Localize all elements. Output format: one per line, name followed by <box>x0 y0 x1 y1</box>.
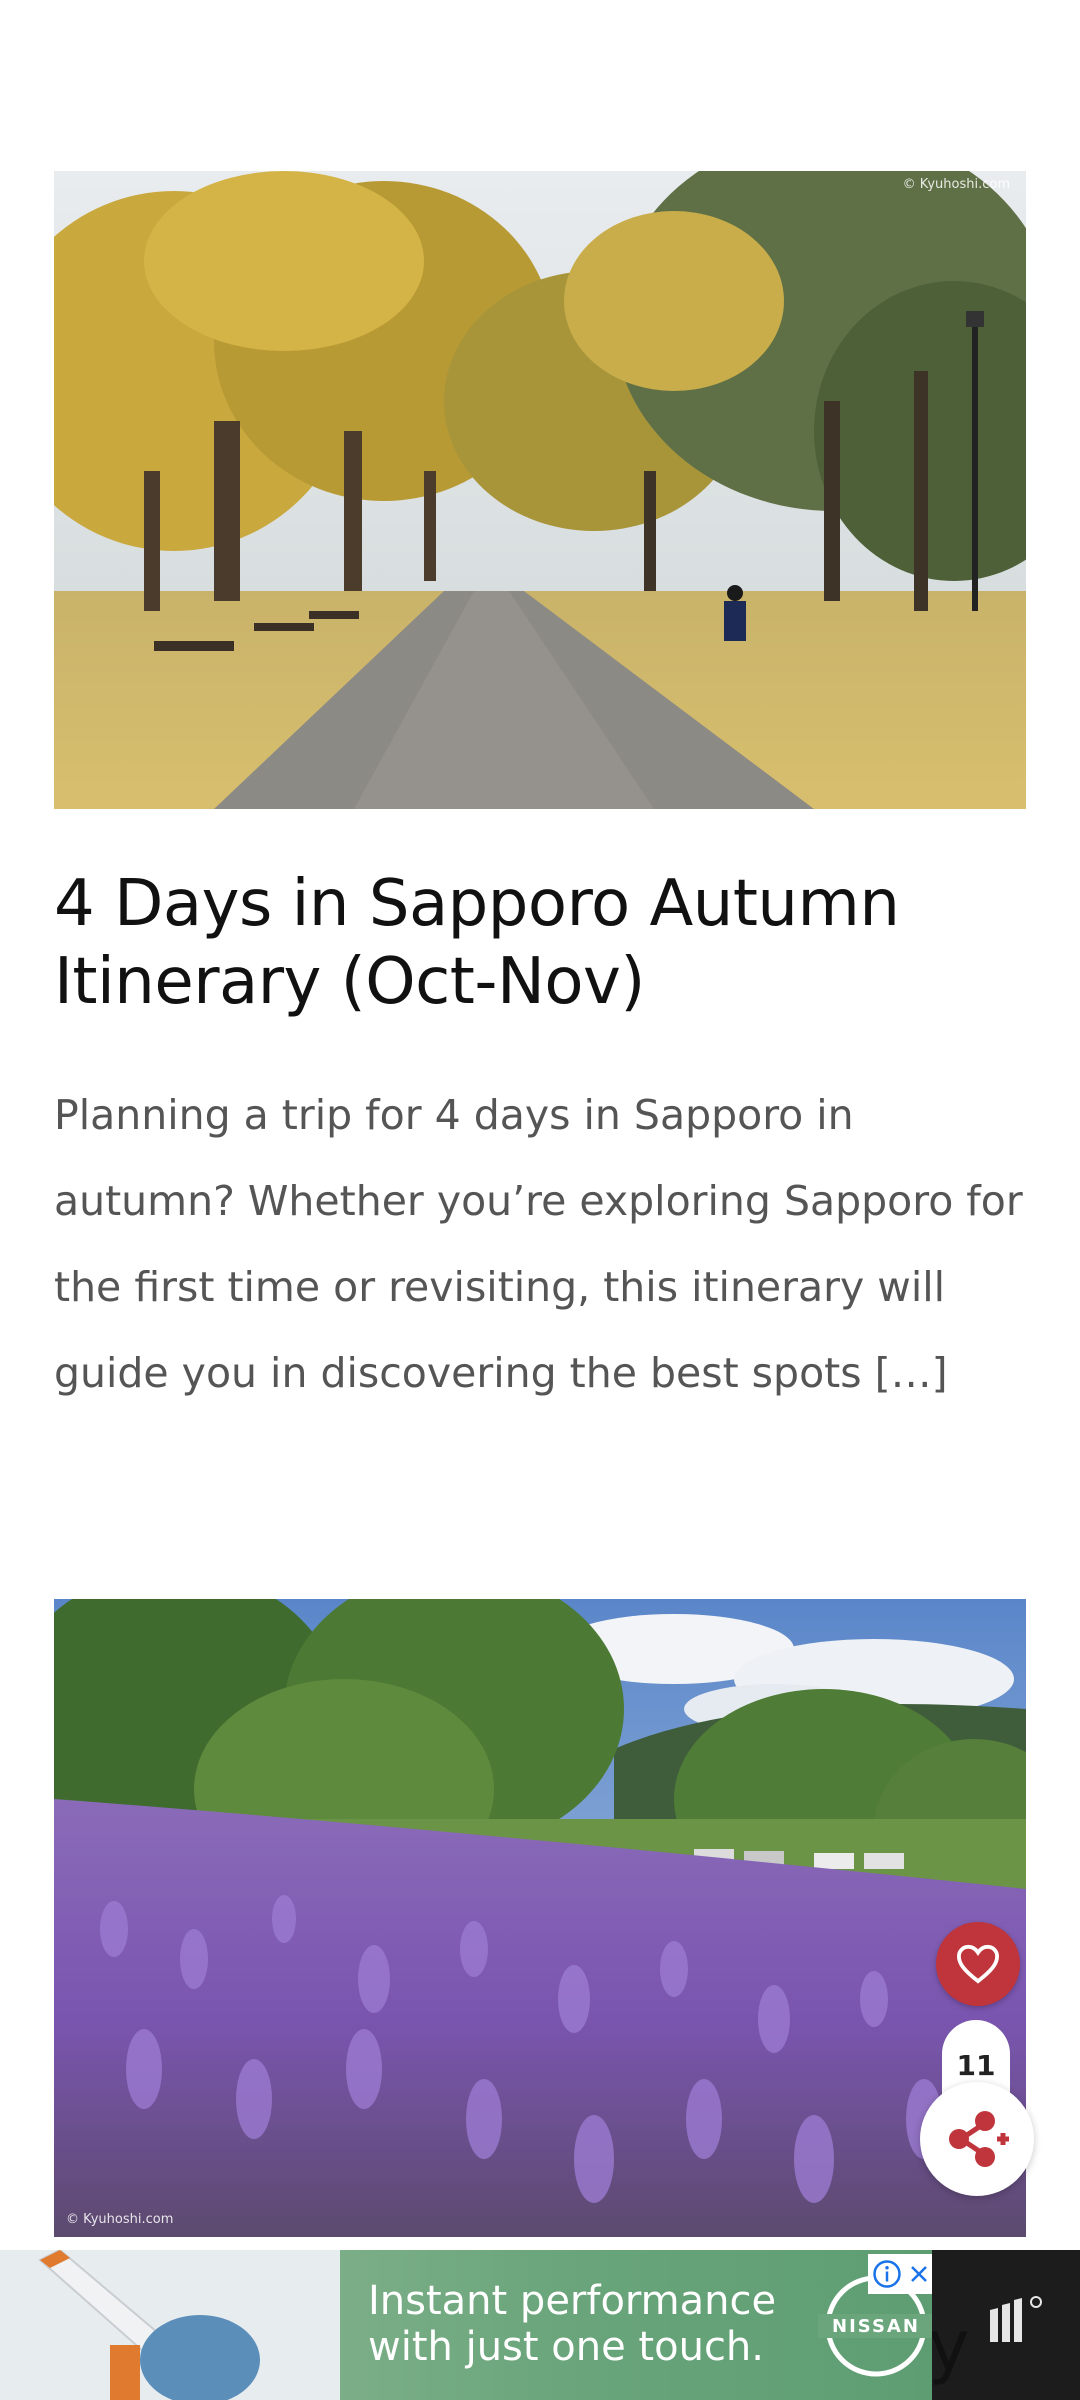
close-icon[interactable] <box>909 2264 929 2284</box>
publisher-logo-icon: y <box>928 2296 1042 2387</box>
autumn-park-illustration <box>54 171 1026 809</box>
ad-product-illustration <box>0 2250 340 2400</box>
post-image-lavender-field[interactable]: © Kyuhoshi.com <box>54 1599 1026 2237</box>
svg-text:y: y <box>932 2305 969 2387</box>
image-watermark: © Kyuhoshi.com <box>66 2212 174 2227</box>
lavender-field-illustration <box>54 1599 1026 2237</box>
ad-banner[interactable]: Instant performance with just one touch.… <box>0 2250 1080 2400</box>
ad-choices[interactable] <box>868 2254 932 2294</box>
image-watermark: © Kyuhoshi.com <box>902 177 1010 192</box>
share-button[interactable] <box>920 2082 1034 2196</box>
page: © Kyuhoshi.com 4 Days in Sapporo Autumn … <box>0 0 1080 2400</box>
post-image-autumn-park[interactable]: © Kyuhoshi.com <box>54 171 1026 809</box>
ad-creative[interactable]: Instant performance with just one touch.… <box>0 2250 932 2400</box>
info-icon[interactable] <box>872 2259 902 2289</box>
post-title[interactable]: 4 Days in Sapporo Autumn Itinerary (Oct-… <box>54 865 1026 1021</box>
ad-side-panel: y <box>928 2250 1080 2400</box>
ad-headline: Instant performance with just one touch. <box>368 2278 777 2370</box>
ad-brand-text: NISSAN <box>832 2316 920 2337</box>
favorite-button[interactable] <box>936 1922 1020 2006</box>
post-excerpt: Planning a trip for 4 days in Sapporo in… <box>54 1091 1023 1397</box>
heart-icon <box>956 1944 1000 1984</box>
share-icon <box>949 2111 1009 2167</box>
